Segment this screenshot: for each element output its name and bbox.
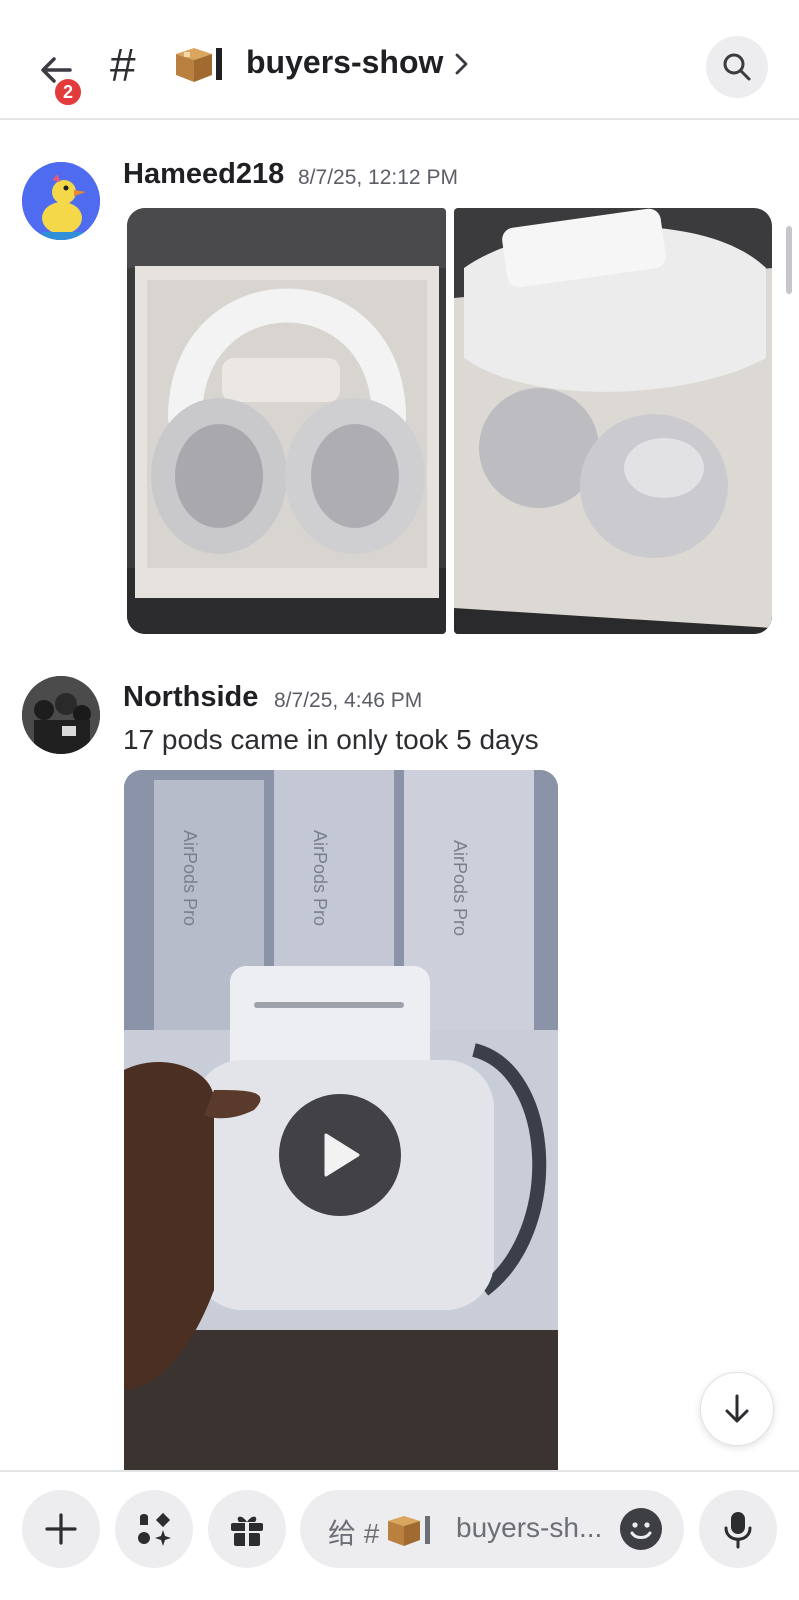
add-attachment-button[interactable] xyxy=(22,1490,100,1568)
message-author[interactable]: Hameed218 xyxy=(123,158,284,191)
channel-hash-icon: # xyxy=(110,39,136,91)
emoji-icon xyxy=(630,1522,652,1539)
placeholder-prefix: 给 # xyxy=(328,1518,380,1549)
back-button[interactable]: 2 xyxy=(30,42,86,108)
chevron-right-icon[interactable] xyxy=(452,50,472,78)
headphones-case-photo[interactable] xyxy=(454,208,772,634)
emoji-button[interactable] xyxy=(620,1508,662,1550)
search-icon xyxy=(723,53,751,81)
microphone-icon xyxy=(724,1512,752,1549)
placeholder-channel: buyers-sh... xyxy=(456,1512,603,1543)
duck-avatar-icon xyxy=(22,162,100,240)
avatar[interactable] xyxy=(22,162,100,240)
apps-icon xyxy=(138,1512,171,1546)
channel-header: 2 # buyers-show xyxy=(0,0,799,120)
package-box-emoji xyxy=(176,48,222,82)
svg-text:AirPods Pro: AirPods Pro xyxy=(450,840,470,936)
svg-text:AirPods Pro: AirPods Pro xyxy=(310,830,330,926)
headphones-photo-illustration xyxy=(127,208,446,634)
headphones-case-illustration xyxy=(454,208,772,634)
package-box-emoji xyxy=(388,1516,430,1546)
apps-button[interactable] xyxy=(115,1490,193,1568)
jump-to-present-button[interactable] xyxy=(700,1372,774,1446)
svg-text:AirPods Pro: AirPods Pro xyxy=(180,830,200,926)
gift-button[interactable] xyxy=(208,1490,286,1568)
play-button[interactable] xyxy=(279,1094,401,1216)
message-timestamp: 8/7/25, 4:46 PM xyxy=(274,689,423,712)
gift-icon xyxy=(231,1516,263,1546)
headphones-in-box-photo[interactable] xyxy=(127,208,446,634)
message-text: 17 pods came in only took 5 days xyxy=(123,724,539,755)
search-button[interactable] xyxy=(706,36,768,98)
unread-badge: 2 xyxy=(52,76,84,108)
channel-title[interactable]: buyers-show xyxy=(246,44,443,81)
message-composer: 给 # buyers-sh... xyxy=(0,1470,799,1600)
scrollbar[interactable] xyxy=(786,226,792,294)
avatar[interactable] xyxy=(22,676,100,754)
plus-icon xyxy=(45,1513,77,1545)
play-icon xyxy=(324,1133,360,1177)
arrow-down-icon xyxy=(725,1394,749,1423)
voice-message-button[interactable] xyxy=(699,1490,777,1568)
message-input[interactable]: 给 # buyers-sh... xyxy=(300,1490,684,1568)
message-timestamp: 8/7/25, 12:12 PM xyxy=(298,166,458,189)
message-author[interactable]: Northside xyxy=(123,681,258,714)
group-photo-avatar-icon xyxy=(22,676,100,754)
